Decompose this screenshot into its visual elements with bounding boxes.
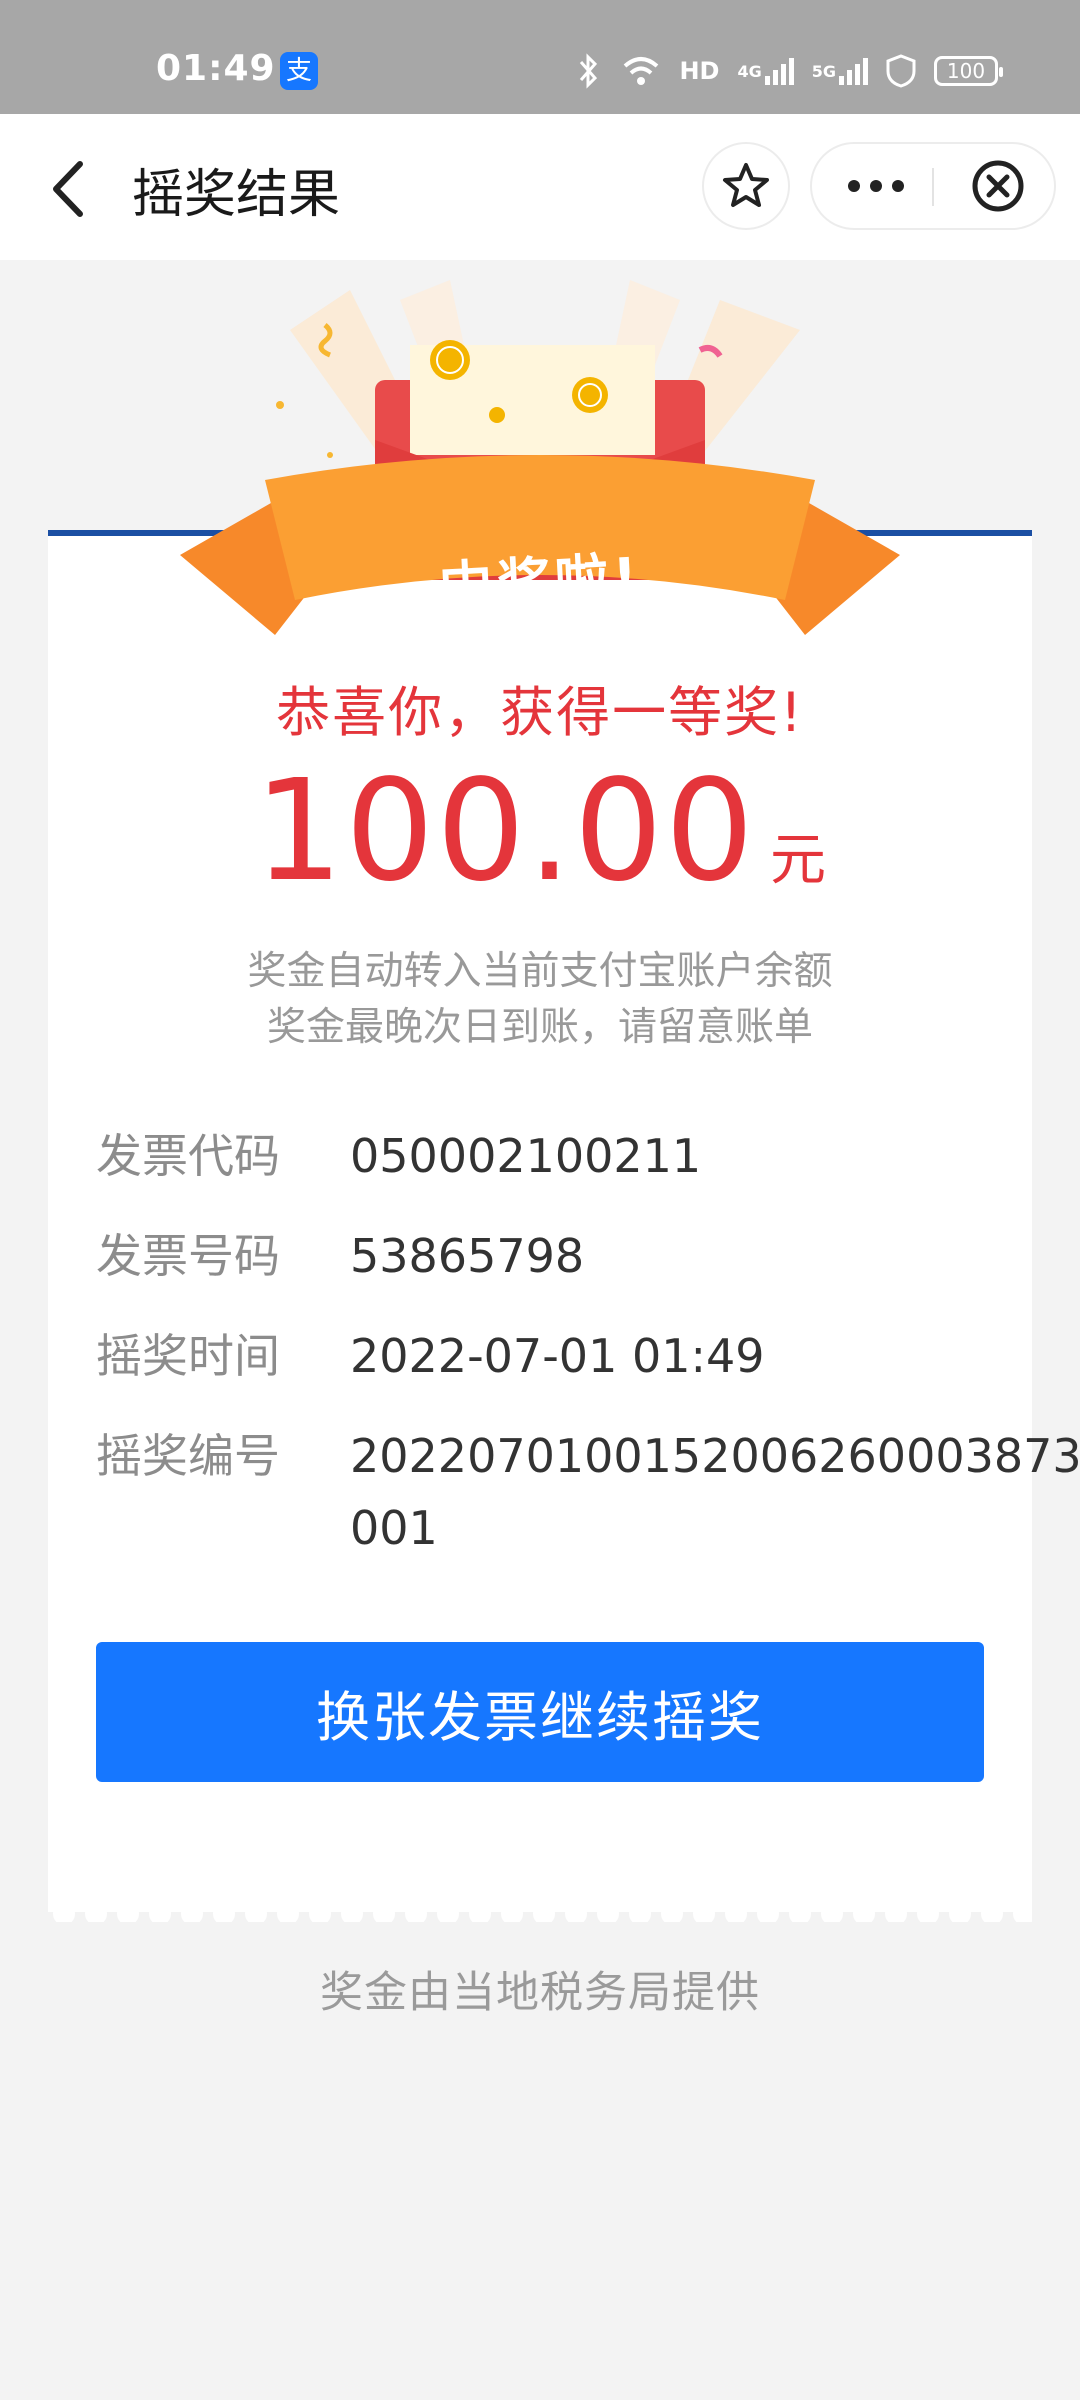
prize-currency: 元 bbox=[769, 828, 826, 893]
more-button[interactable] bbox=[812, 144, 940, 228]
prize-note-line1: 奖金自动转入当前支付宝账户余额 bbox=[247, 949, 833, 994]
alipay-notification-icon: 支 bbox=[280, 52, 318, 90]
mini-program-capsule bbox=[810, 142, 1056, 230]
battery-level: 100 bbox=[946, 59, 986, 83]
wifi-icon bbox=[621, 54, 661, 88]
network-label-5g: 5G bbox=[811, 61, 836, 81]
bluetooth-icon bbox=[573, 53, 603, 89]
draw-again-button[interactable]: 换张发票继续摇奖 bbox=[96, 1642, 984, 1782]
prize-amount-value: 100.00 bbox=[254, 750, 756, 913]
status-icons: HD 4G 5G 100 bbox=[573, 46, 1003, 96]
detail-value: 53865798 bbox=[350, 1229, 585, 1283]
star-icon bbox=[723, 163, 769, 207]
detail-value: 2022-07-01 01:49 bbox=[350, 1329, 765, 1383]
signal-5g-icon: 5G bbox=[812, 56, 868, 86]
more-dots-icon bbox=[848, 180, 904, 192]
signal-4g-icon: 4G bbox=[737, 56, 794, 86]
card-scallop-edge bbox=[48, 1900, 1032, 1922]
status-time: 01:49 bbox=[156, 48, 276, 89]
detail-value: 050002100211 bbox=[350, 1129, 702, 1183]
security-shield-icon bbox=[886, 54, 916, 88]
back-button[interactable] bbox=[44, 154, 104, 224]
page-title: 摇奖结果 bbox=[132, 165, 341, 225]
footer-note: 奖金由当地税务局提供 bbox=[320, 1968, 760, 2018]
prize-amount: 100.00 元 bbox=[0, 752, 1080, 912]
congrats-heading: 恭喜你，获得一等奖! bbox=[276, 681, 804, 744]
detail-label: 摇奖时间 bbox=[96, 1329, 280, 1383]
close-circle-icon bbox=[972, 160, 1024, 212]
favorite-button[interactable] bbox=[702, 142, 790, 230]
nav-bar: 摇奖结果 bbox=[0, 114, 1080, 260]
capsule-divider bbox=[932, 168, 934, 206]
prize-note-line2: 奖金最晚次日到账，请留意账单 bbox=[266, 1005, 813, 1050]
detail-label: 发票代码 bbox=[96, 1129, 280, 1183]
status-bar: 01:49 支 HD 4G 5G 100 bbox=[0, 0, 1080, 114]
network-label-4g: 4G bbox=[737, 61, 762, 81]
close-button[interactable] bbox=[948, 144, 1048, 228]
detail-value: 2022070100152006260003873001 bbox=[350, 1429, 1080, 1555]
chevron-left-icon bbox=[53, 161, 83, 217]
battery-icon: 100 bbox=[934, 56, 1003, 86]
detail-label: 发票号码 bbox=[96, 1229, 280, 1283]
hd-indicator: HD bbox=[679, 57, 720, 85]
detail-label: 摇奖编号 bbox=[96, 1429, 280, 1483]
